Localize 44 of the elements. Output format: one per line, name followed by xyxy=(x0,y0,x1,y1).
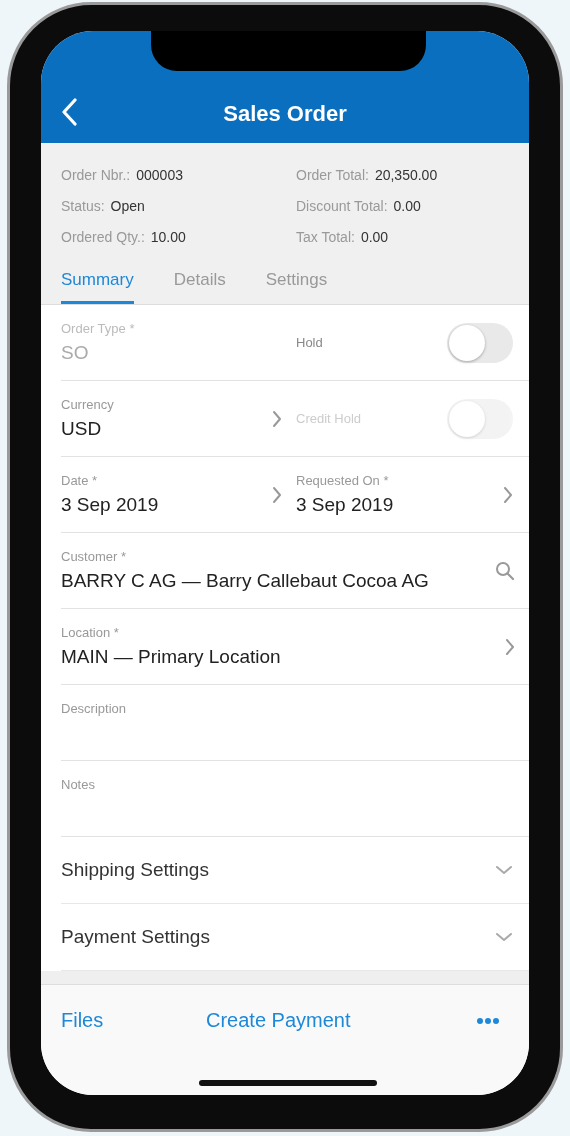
summary-label: Status: xyxy=(61,197,105,214)
section-label: Shipping Settings xyxy=(61,859,210,881)
summary-label: Discount Total: xyxy=(296,197,388,214)
chevron-right-icon[interactable] xyxy=(503,485,513,504)
search-icon[interactable] xyxy=(495,560,515,581)
toolbar-link[interactable]: Create Payment xyxy=(206,1009,477,1032)
chevron-right-icon[interactable] xyxy=(272,409,282,428)
field-value: BARRY C AG — Barry Callebaut Cocoa AG xyxy=(61,570,430,592)
summary-value: 0.00 xyxy=(360,228,389,245)
chevron-right-icon[interactable] xyxy=(505,637,515,656)
tab[interactable]: Settings xyxy=(265,262,328,304)
tab[interactable]: Summary xyxy=(61,262,134,304)
section-label: Payment Settings xyxy=(61,926,211,948)
tab[interactable]: Details xyxy=(173,262,226,304)
summary-label: Order Nbr.: xyxy=(61,166,131,183)
summary-label: Tax Total: xyxy=(296,228,355,245)
summary-value: 20,350.00 xyxy=(374,166,438,183)
field-label: Customer * xyxy=(61,549,128,564)
field-label: Order Type * xyxy=(61,321,136,336)
field-label: Requested On * xyxy=(296,473,390,488)
screen-title: Sales Order xyxy=(222,101,348,127)
section-row[interactable]: Shipping Settings xyxy=(61,837,529,904)
toggle-label: Hold xyxy=(296,335,324,350)
field-value: 3 Sep 2019 xyxy=(61,494,160,516)
summary-value: 000003 xyxy=(136,166,183,183)
summary-value: 0.00 xyxy=(393,197,421,214)
field-label: Location * xyxy=(61,625,120,640)
chevron-right-icon[interactable] xyxy=(272,485,282,504)
field-label: Notes xyxy=(61,777,96,792)
back-icon[interactable] xyxy=(61,98,77,126)
summary-label: Ordered Qty.: xyxy=(61,228,145,245)
field-value: MAIN — Primary Location xyxy=(61,646,282,668)
field-label: Currency xyxy=(61,397,115,412)
summary-value: Open xyxy=(110,197,145,214)
more-icon[interactable] xyxy=(477,1017,499,1025)
field-label: Date * xyxy=(61,473,99,488)
toolbar-link[interactable]: Files xyxy=(61,1009,206,1032)
field-value: 3 Sep 2019 xyxy=(296,494,395,516)
summary-label: Order Total: xyxy=(296,166,369,183)
field-label: Description xyxy=(61,701,128,716)
summary-value: 10.00 xyxy=(150,228,186,245)
field-value: SO xyxy=(61,342,90,364)
field-value: USD xyxy=(61,418,103,440)
toggle-switch[interactable] xyxy=(447,322,513,363)
